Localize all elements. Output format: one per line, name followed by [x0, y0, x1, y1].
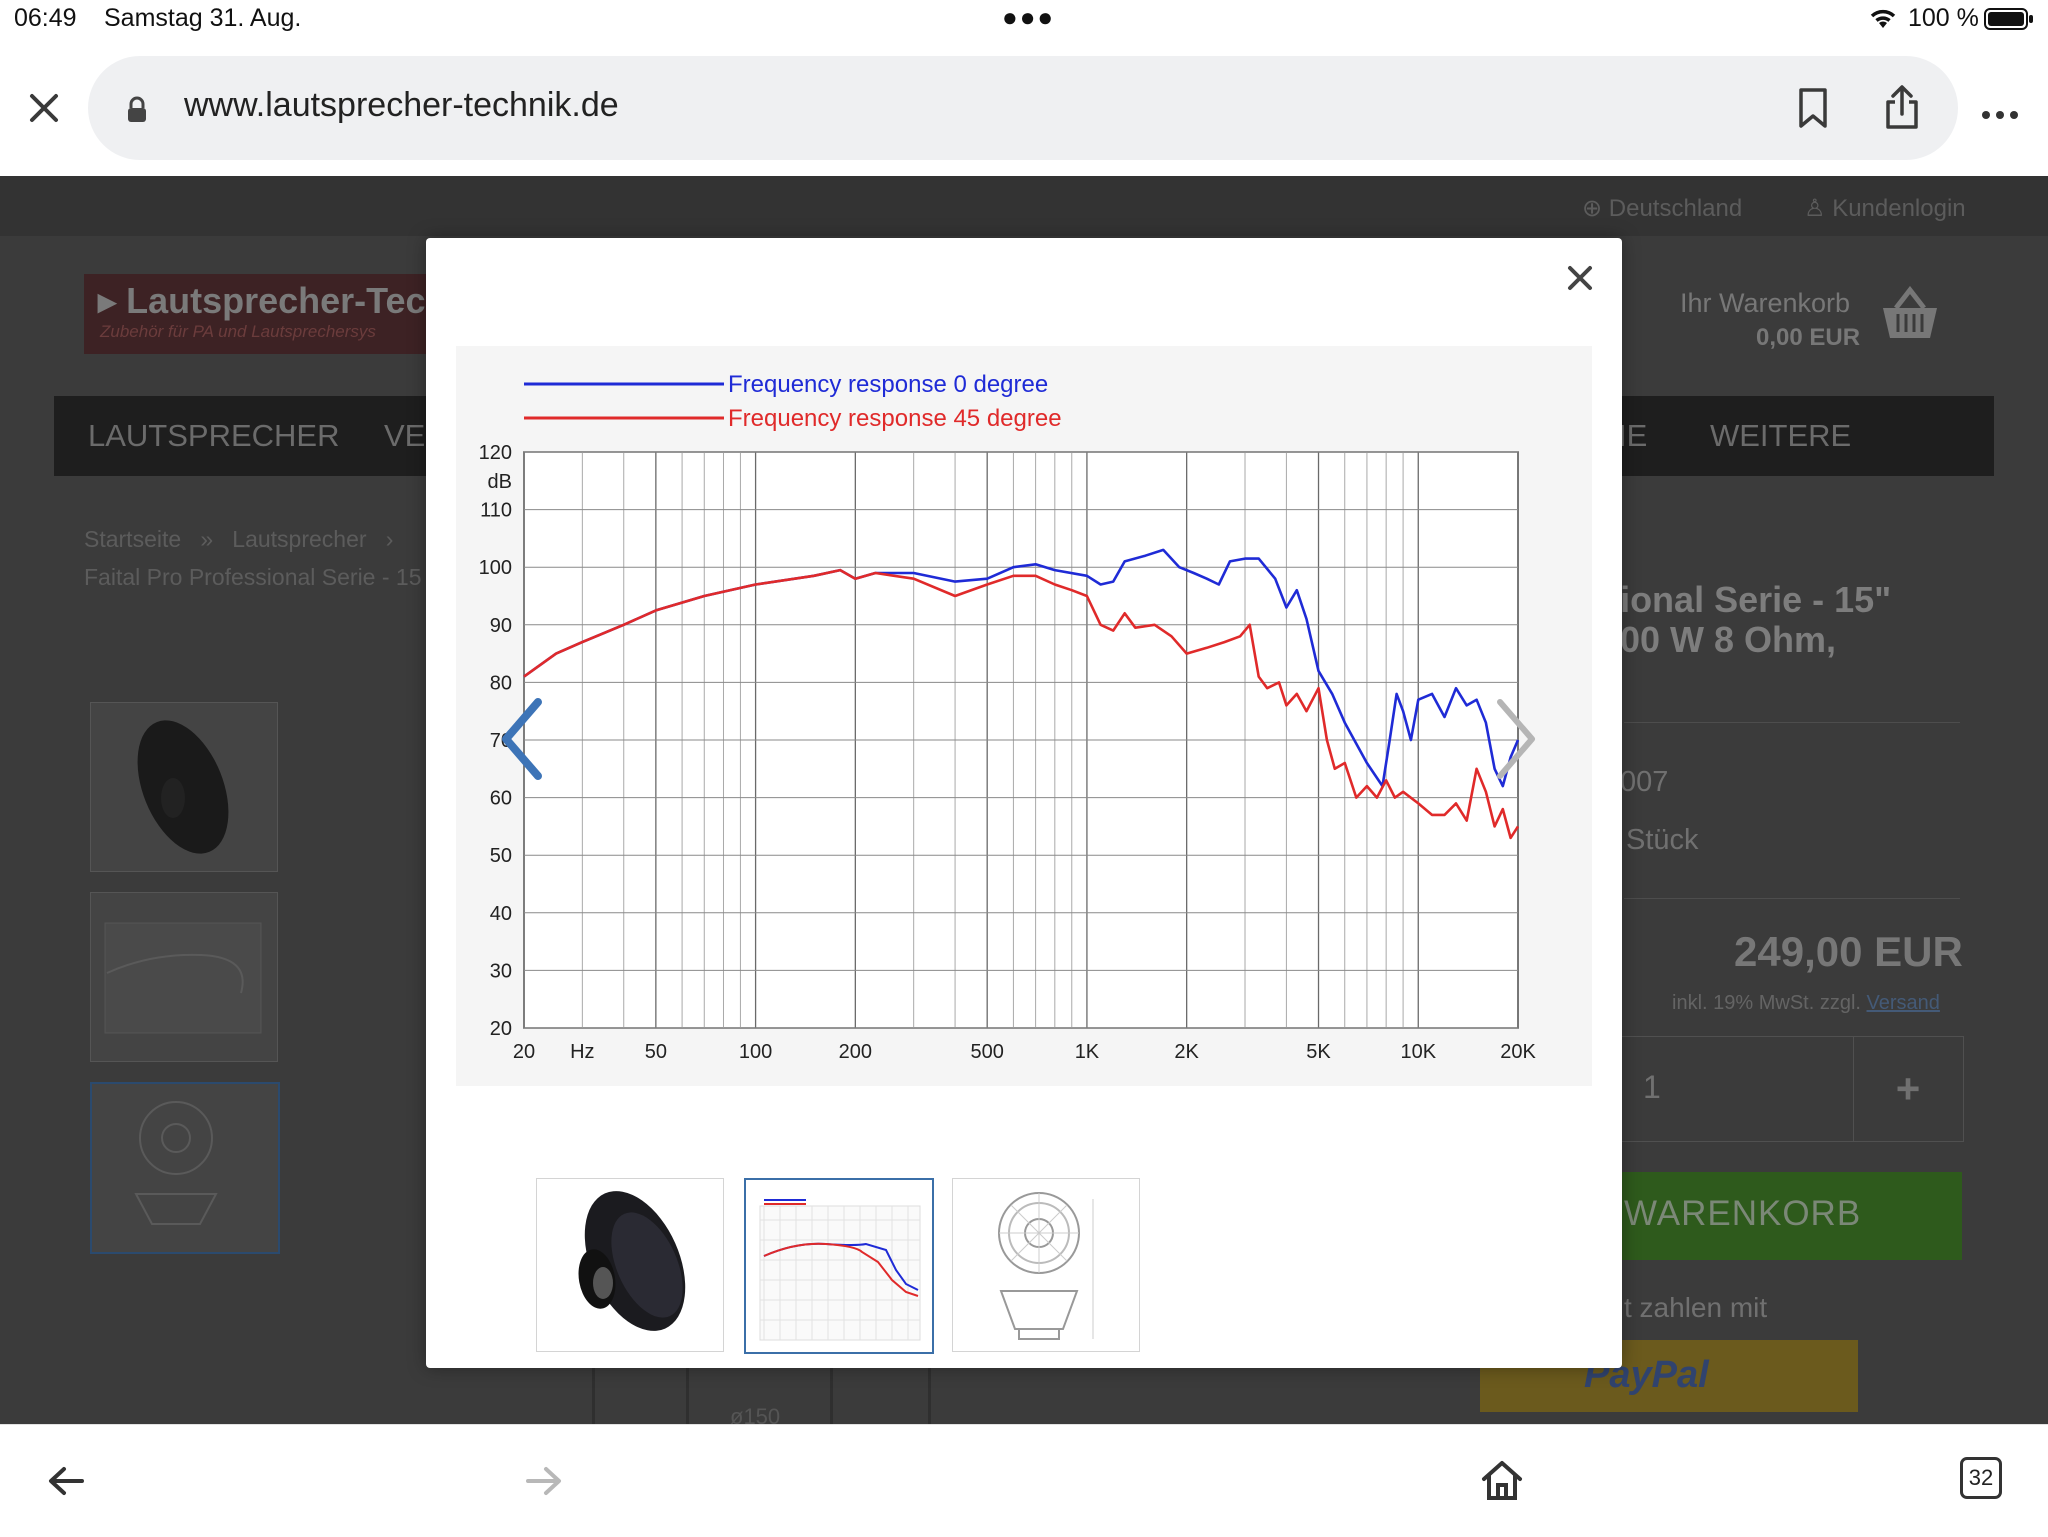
- nav-item-ie[interactable]: IE: [1618, 418, 1647, 454]
- forward-arrow-icon[interactable]: [524, 1465, 564, 1502]
- quantity-stepper: 1 +: [1592, 1036, 1964, 1142]
- x-tick-label: 100: [739, 1041, 772, 1063]
- y-tick-label: 20: [490, 1018, 512, 1040]
- table-line: [830, 1368, 833, 1424]
- home-icon[interactable]: [1480, 1459, 1524, 1506]
- lock-icon: [126, 96, 148, 129]
- frequency-response-chart: 20 30 40 50 60 70 80 90 100 110 120 dB 20 Hz 50 100 200 5…: [456, 346, 1592, 1086]
- stock-status: Stück: [1626, 824, 1699, 856]
- quantity-value[interactable]: 1: [1643, 1069, 1661, 1106]
- battery-percentage: 100 %: [1908, 4, 1979, 32]
- country-label: Deutschland: [1608, 195, 1743, 222]
- breadcrumb-category[interactable]: Lautsprecher: [232, 526, 366, 552]
- legend-label-1: Frequency response 45 degree: [728, 405, 1062, 432]
- product-title-line-2: 00 W 8 Ohm,: [1620, 619, 1837, 660]
- bg-thumbnail[interactable]: [90, 892, 278, 1062]
- status-date: Samstag 31. Aug.: [104, 4, 302, 32]
- share-icon[interactable]: [1884, 84, 1920, 135]
- status-bar: 06:49 Samstag 31. Aug. ●●● 100 %: [0, 0, 2048, 40]
- y-axis-label: dB: [488, 471, 512, 493]
- product-sku: 007: [1620, 766, 1669, 798]
- pay-with-label: t zahlen mit: [1624, 1292, 1768, 1323]
- bg-thumbnail[interactable]: [90, 702, 278, 872]
- logo-title: ▸ Lautsprecher-Tec: [98, 280, 426, 321]
- shipping-link[interactable]: Versand: [1867, 992, 1940, 1014]
- add-to-cart-label: WARENKORB: [1624, 1194, 1862, 1233]
- login-label: Kundenlogin: [1832, 195, 1966, 222]
- cart-title[interactable]: Ihr Warenkorb: [1680, 288, 1850, 319]
- y-tick-label: 90: [490, 615, 512, 637]
- image-lightbox: 20 30 40 50 60 70 80 90 100 110 120 dB 20 Hz 50 100 200 5…: [426, 238, 1622, 1368]
- wifi-icon: [1868, 6, 1898, 37]
- logo-subtitle: Zubehör für PA und Lautsprechersys: [100, 322, 376, 341]
- x-tick-label: 500: [970, 1041, 1003, 1063]
- y-tick-label: 50: [490, 845, 512, 867]
- x-tick-label: 5K: [1306, 1041, 1331, 1063]
- nav-item-ve[interactable]: VE: [384, 418, 425, 454]
- url-text[interactable]: www.lautsprecher-technik.de: [184, 86, 619, 125]
- cart-total: 0,00 EUR: [1756, 324, 1861, 351]
- lightbox-thumbnail-drawing[interactable]: [952, 1178, 1140, 1352]
- x-tick-label: 20: [513, 1041, 535, 1063]
- technical-drawing-icon: [998, 1192, 1094, 1340]
- product-price: 249,00 EUR: [1734, 928, 1963, 975]
- close-tab-icon[interactable]: [24, 88, 64, 128]
- country-selector[interactable]: ⊕ Deutschland: [1582, 194, 1742, 223]
- customer-login-link[interactable]: ♙ Kundenlogin: [1804, 194, 1966, 223]
- x-tick-label: 1K: [1075, 1041, 1100, 1063]
- lightbox-thumbnail-chart[interactable]: [744, 1178, 934, 1354]
- lightbox-thumbnail-speaker[interactable]: [536, 1178, 724, 1352]
- y-tick-label: 30: [490, 960, 512, 982]
- table-line: [592, 1368, 595, 1424]
- breadcrumb-separator: ›: [385, 526, 394, 552]
- y-tick-label: 80: [490, 672, 512, 694]
- breadcrumb-product: Faital Pro Professional Serie - 15: [84, 564, 422, 590]
- tab-count: 32: [1968, 1465, 1994, 1490]
- x-tick-label: 10K: [1400, 1041, 1436, 1063]
- bookmark-icon[interactable]: [1796, 86, 1830, 135]
- battery-icon: [1984, 8, 2034, 30]
- divider: [1624, 722, 1960, 723]
- next-image-arrow-icon[interactable]: [1486, 694, 1546, 789]
- back-arrow-icon[interactable]: [46, 1465, 86, 1502]
- bg-thumbnail-active[interactable]: [90, 1082, 280, 1254]
- tax-note: inkl. 19% MwSt. zzgl. Versand: [1672, 992, 1940, 1014]
- table-line: [686, 1368, 689, 1424]
- breadcrumb: Startseite » Lautsprecher › Faital Pro P…: [84, 520, 422, 596]
- basket-icon[interactable]: [1880, 285, 1940, 347]
- y-tick-label: 40: [490, 903, 512, 925]
- multitask-dots-icon[interactable]: ●●●: [1002, 2, 1055, 33]
- previous-image-arrow-icon[interactable]: [494, 694, 554, 789]
- y-tick-label: 60: [490, 788, 512, 810]
- y-tick-label: 110: [480, 500, 512, 522]
- x-tick-label: 50: [645, 1041, 667, 1063]
- y-tick-label: 120: [479, 442, 512, 464]
- x-tick-label: Hz: [570, 1041, 594, 1063]
- table-line: [928, 1368, 931, 1424]
- tab-count-button[interactable]: 32: [1960, 1457, 2002, 1499]
- divider: [1624, 898, 1960, 899]
- breadcrumb-home[interactable]: Startseite: [84, 526, 181, 552]
- bottom-toolbar: 32: [0, 1424, 2048, 1537]
- speaker-image-icon: [578, 1191, 686, 1331]
- nav-item-weitere[interactable]: WEITERE: [1710, 418, 1851, 454]
- more-options-icon[interactable]: [1980, 100, 2020, 128]
- chart-image-icon: [759, 1199, 921, 1341]
- x-tick-label: 20K: [1500, 1041, 1536, 1063]
- x-tick-label: 2K: [1174, 1041, 1199, 1063]
- legend-label-0: Frequency response 0 degree: [728, 371, 1048, 398]
- add-to-cart-button[interactable]: WARENKORB: [1592, 1172, 1962, 1260]
- breadcrumb-separator: »: [200, 526, 214, 552]
- y-tick-label: 100: [479, 557, 512, 579]
- x-tick-label: 200: [839, 1041, 872, 1063]
- status-time: 06:49: [14, 4, 77, 32]
- quantity-plus-button[interactable]: +: [1853, 1037, 1962, 1141]
- dimension-label: ø150: [730, 1404, 781, 1424]
- lightbox-close-button[interactable]: [1562, 260, 1598, 296]
- nav-item-lautsprecher[interactable]: LAUTSPRECHER: [88, 418, 340, 454]
- chart-svg: 2030405060708090100110120dB20 Hz 50 100 200 5…: [479, 371, 1537, 1063]
